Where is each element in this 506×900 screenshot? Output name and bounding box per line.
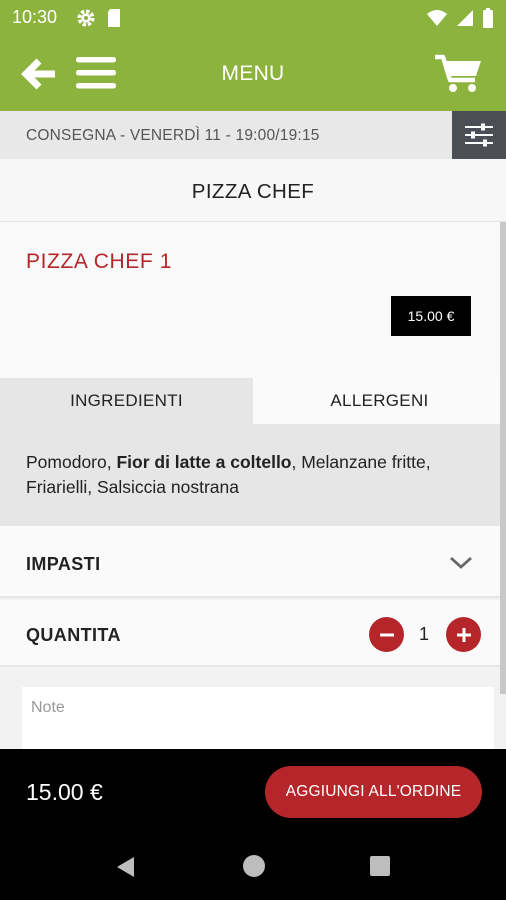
order-bar: 15.00 € AGGIUNGI ALL'ORDINE [0, 749, 506, 833]
delivery-slot-text: CONSEGNA - VENERDÌ 11 - 19:00/19:15 [26, 127, 320, 144]
filter-button[interactable] [452, 111, 506, 159]
battery-icon [483, 8, 493, 28]
decrease-quantity-button[interactable] [369, 617, 404, 652]
impasti-dropdown[interactable]: IMPASTI [0, 526, 506, 598]
quantity-value: 1 [418, 624, 429, 644]
product-name: PIZZA CHEF 1 [26, 250, 173, 273]
note-field[interactable] [22, 687, 494, 749]
price-tag: 15.00 € [391, 296, 471, 336]
nav-home-icon[interactable] [243, 855, 265, 877]
signal-icon [457, 10, 473, 26]
wifi-icon [427, 10, 447, 26]
sliders-icon [465, 123, 493, 147]
page-title: PIZZA CHEF [191, 180, 315, 203]
plus-icon [456, 627, 471, 642]
status-time: 10:30 [12, 7, 58, 27]
shopping-cart-icon [435, 54, 481, 92]
minus-icon [379, 633, 394, 636]
product-summary: PIZZA CHEF 1 15.00 € [0, 222, 506, 378]
ingredients-text: Pomodoro, Fior di latte a coltello, Mela… [0, 424, 506, 526]
gear-icon [77, 9, 95, 27]
ingredients-part-1: Pomodoro, [26, 452, 117, 472]
add-to-order-button[interactable]: AGGIUNGI ALL'ORDINE [265, 766, 482, 818]
tab-allergens[interactable]: ALLERGENI [253, 378, 506, 424]
chevron-down-icon [450, 556, 472, 569]
quantity-stepper: QUANTITA 1 [0, 600, 506, 667]
app-title: MENU [221, 62, 285, 85]
quantity-label: QUANTITA [26, 625, 121, 645]
scrollbar[interactable] [500, 222, 506, 694]
nav-back-icon[interactable] [114, 855, 138, 879]
total-price: 15.00 € [26, 779, 103, 805]
delivery-info-bar: CONSEGNA - VENERDÌ 11 - 19:00/19:15 [0, 111, 506, 159]
system-nav-bar [0, 833, 506, 900]
impasti-label: IMPASTI [26, 554, 101, 574]
nav-recents-icon[interactable] [370, 856, 390, 876]
status-bar: 10:30 [0, 0, 506, 36]
tab-ingredients[interactable]: INGREDIENTI [0, 378, 253, 424]
app-bar: MENU [0, 36, 506, 111]
page-header: PIZZA CHEF [0, 159, 506, 222]
product-detail: PIZZA CHEF 1 15.00 € INGREDIENTI ALLERGE… [0, 222, 506, 749]
sim-card-icon [108, 9, 120, 27]
ingredients-bold: Fior di latte a coltello [116, 452, 292, 472]
increase-quantity-button[interactable] [446, 617, 481, 652]
cart-button[interactable] [432, 53, 484, 95]
